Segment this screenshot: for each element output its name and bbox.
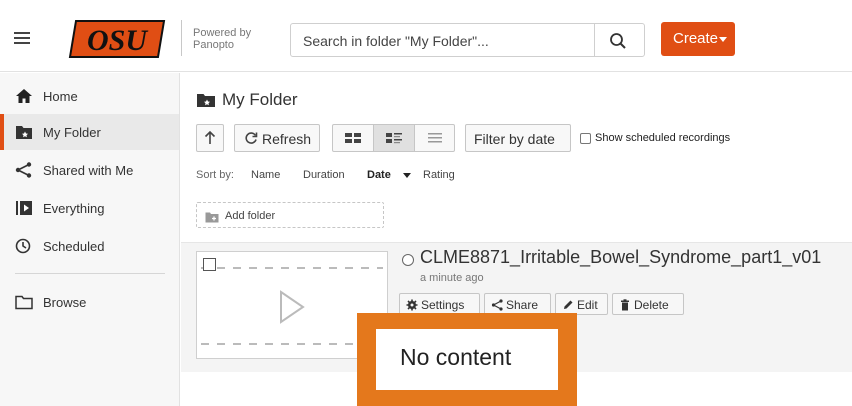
view-list-button[interactable] [415, 125, 456, 151]
svg-text:OSU: OSU [87, 24, 148, 57]
session-select-checkbox[interactable] [203, 258, 216, 271]
sort-desc-icon [403, 173, 411, 178]
sort-by-label: Sort by: [196, 169, 234, 181]
show-scheduled-label: Show scheduled recordings [595, 132, 731, 144]
view-thumbnails-button[interactable] [333, 125, 374, 151]
sidebar: Home My Folder Shared with Me Everything… [0, 73, 180, 406]
folder-user-icon [196, 92, 216, 108]
up-folder-button[interactable] [196, 124, 224, 152]
session-radio[interactable] [402, 254, 414, 266]
sidebar-item-shared-with-me[interactable]: Shared with Me [0, 152, 179, 188]
share-button[interactable]: Share [484, 293, 551, 315]
sidebar-divider [15, 273, 165, 274]
search-input[interactable]: Search in folder "My Folder"... [303, 33, 489, 49]
search-icon[interactable] [609, 32, 627, 50]
create-button[interactable]: Create [661, 22, 735, 56]
powered-by-panopto: Powered by Panopto [193, 27, 252, 51]
sidebar-item-browse[interactable]: Browse [0, 284, 179, 320]
video-library-icon [15, 200, 33, 216]
refresh-icon [244, 131, 258, 145]
pencil-icon [562, 298, 574, 310]
sort-rating[interactable]: Rating [423, 169, 455, 181]
show-scheduled-checkbox[interactable] [580, 133, 591, 144]
share-icon [491, 298, 503, 311]
list-details-icon [386, 133, 402, 144]
delete-button[interactable]: Delete [612, 293, 684, 315]
sidebar-item-everything[interactable]: Everything [0, 190, 179, 226]
hamburger-menu-icon[interactable] [14, 32, 30, 44]
arrow-up-icon [204, 130, 216, 144]
refresh-button[interactable]: Refresh [234, 124, 320, 152]
sort-date[interactable]: Date [367, 169, 391, 181]
search-box[interactable]: Search in folder "My Folder"... [290, 23, 645, 57]
play-icon [280, 290, 305, 324]
folder-user-icon [15, 124, 33, 140]
view-details-button[interactable] [374, 125, 415, 151]
sidebar-item-scheduled[interactable]: Scheduled [0, 228, 179, 264]
session-title[interactable]: CLME8871_Irritable_Bowel_Syndrome_part1_… [420, 247, 821, 268]
filter-by-date-button[interactable]: Filter by date [465, 124, 571, 152]
sidebar-item-my-folder[interactable]: My Folder [0, 114, 179, 150]
edit-button[interactable]: Edit [555, 293, 608, 315]
sort-duration[interactable]: Duration [303, 169, 345, 181]
chevron-down-icon [719, 37, 727, 42]
settings-button[interactable]: Settings [399, 293, 480, 315]
home-icon [15, 88, 33, 104]
trash-icon [619, 298, 631, 311]
sidebar-item-home[interactable]: Home [0, 78, 179, 114]
add-folder-icon [205, 210, 219, 223]
header-divider [181, 20, 182, 56]
no-content-label: No content [400, 344, 512, 370]
top-header: OSU Powered by Panopto Search in folder … [0, 0, 852, 72]
clock-icon [15, 238, 33, 254]
share-icon [15, 162, 33, 178]
osu-logo[interactable]: OSU [66, 17, 168, 61]
add-folder-button[interactable]: Add folder [196, 202, 384, 228]
view-mode-toggle [332, 124, 455, 152]
list-icon [428, 133, 442, 143]
sort-name[interactable]: Name [251, 169, 280, 181]
folder-icon [15, 294, 33, 310]
gear-icon [406, 298, 418, 311]
session-timestamp: a minute ago [420, 272, 484, 284]
page-title: My Folder [222, 90, 298, 109]
grid-icon [345, 133, 361, 143]
